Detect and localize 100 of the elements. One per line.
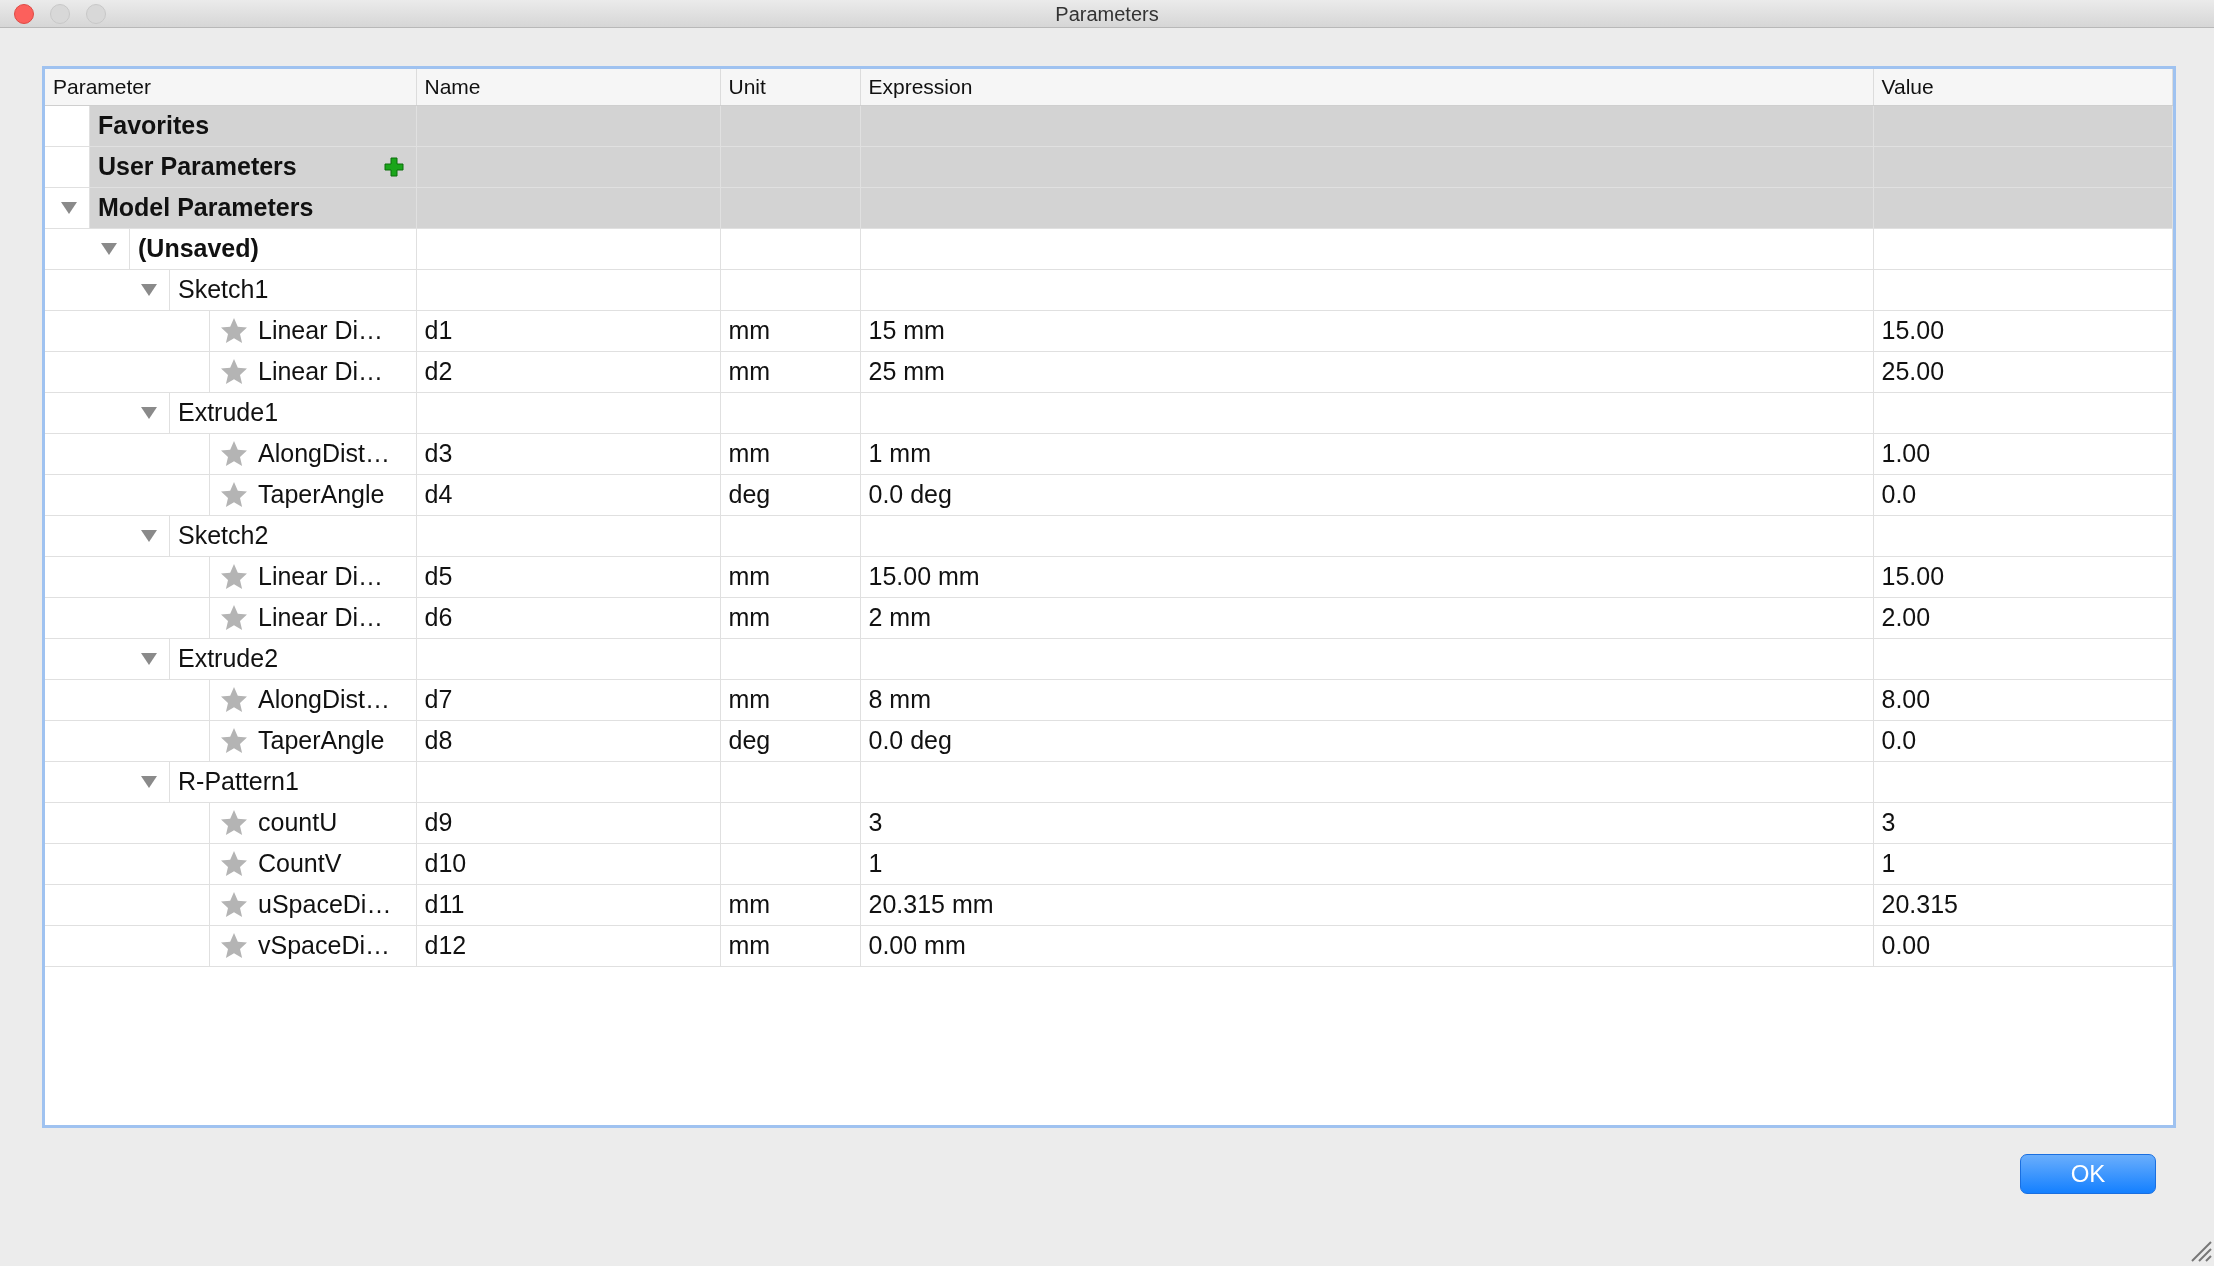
- table-cell: 2.00: [1881, 602, 1931, 631]
- table-cell: mm: [728, 315, 771, 344]
- group-label: R-Pattern1: [178, 765, 299, 797]
- table-cell: 1.00: [1881, 438, 1931, 467]
- table-cell: d3: [424, 438, 453, 467]
- parameter-label: vSpaceDi…: [258, 929, 390, 961]
- table-cell: 25.00: [1881, 356, 1945, 385]
- column-header[interactable]: Unit: [720, 69, 860, 105]
- star-icon[interactable]: [220, 849, 248, 878]
- star-icon[interactable]: [220, 890, 248, 919]
- star-icon[interactable]: [220, 562, 248, 591]
- parameter-label: TaperAngle: [258, 478, 385, 510]
- table-cell: 1 mm: [868, 438, 931, 467]
- table-cell: 0.0 deg: [868, 479, 952, 508]
- star-icon[interactable]: [220, 931, 248, 960]
- column-header[interactable]: Parameter: [45, 69, 416, 105]
- table-cell: 8 mm: [868, 684, 931, 713]
- group-label: User Parameters: [98, 150, 297, 182]
- table-cell: deg: [728, 479, 771, 508]
- table-cell: 1: [868, 848, 883, 877]
- table-cell: d9: [424, 807, 453, 836]
- table-cell: 0.0: [1881, 479, 1917, 508]
- table-cell: d8: [424, 725, 453, 754]
- column-header[interactable]: Name: [416, 69, 720, 105]
- parameter-label: TaperAngle: [258, 724, 385, 756]
- table-cell: d5: [424, 561, 453, 590]
- table-cell: deg: [728, 725, 771, 754]
- expand-triangle-icon[interactable]: [140, 774, 158, 789]
- table-cell: d2: [424, 356, 453, 385]
- parameter-label: AlongDist…: [258, 437, 390, 469]
- table-cell: 15 mm: [868, 315, 945, 344]
- table-cell: 15.00: [1881, 315, 1945, 344]
- group-header[interactable]: Model Parameters: [89, 187, 416, 228]
- plus-icon[interactable]: [383, 156, 404, 177]
- table-cell: 20.315: [1881, 889, 1958, 918]
- table-cell: d4: [424, 479, 453, 508]
- table-cell: mm: [728, 889, 771, 918]
- expand-triangle-icon[interactable]: [100, 241, 118, 256]
- parameter-label: Linear Di…: [258, 601, 384, 633]
- parameter-label: Linear Di…: [258, 560, 384, 592]
- table-cell: 8.00: [1881, 684, 1931, 713]
- parameter-label: CountV: [258, 847, 342, 879]
- table-cell: d1: [424, 315, 453, 344]
- parameter-label: Linear Di…: [258, 355, 384, 387]
- table-cell: d7: [424, 684, 453, 713]
- parameter-label: Linear Di…: [258, 314, 384, 346]
- star-icon[interactable]: [220, 685, 248, 714]
- group-label: Extrude1: [178, 396, 279, 428]
- star-icon[interactable]: [220, 808, 248, 837]
- star-icon[interactable]: [220, 603, 248, 632]
- table-cell: d12: [424, 930, 467, 959]
- group-label: (Unsaved): [138, 232, 259, 264]
- parameter-label: AlongDist…: [258, 683, 390, 715]
- table-cell: d10: [424, 848, 467, 877]
- table-cell: 0.00: [1881, 930, 1931, 959]
- table-cell: 0.00 mm: [868, 930, 966, 959]
- star-icon[interactable]: [220, 316, 248, 345]
- parameter-label: countU: [258, 806, 338, 838]
- group-label: Extrude2: [178, 642, 279, 674]
- star-icon[interactable]: [220, 726, 248, 755]
- minimize-button[interactable]: [50, 4, 70, 24]
- table-cell: mm: [728, 561, 771, 590]
- table-cell: 20.315 mm: [868, 889, 994, 918]
- table-cell: 15.00 mm: [868, 561, 980, 590]
- expand-triangle-icon[interactable]: [140, 282, 158, 297]
- table-cell: 15.00: [1881, 561, 1945, 590]
- window-title: Parameters: [1055, 1, 1159, 27]
- group-label: Sketch1: [178, 273, 269, 305]
- star-icon[interactable]: [220, 480, 248, 509]
- table-cell: d11: [424, 889, 465, 918]
- group-header[interactable]: User Parameters: [89, 146, 416, 187]
- table-cell: 25 mm: [868, 356, 945, 385]
- close-button[interactable]: [14, 4, 34, 24]
- column-header[interactable]: Value: [1873, 69, 2173, 105]
- table-cell: 1: [1881, 848, 1896, 877]
- group-label: Model Parameters: [98, 191, 314, 223]
- group-label: Favorites: [98, 109, 210, 141]
- table-cell: 2 mm: [868, 602, 931, 631]
- table-cell: d6: [424, 602, 453, 631]
- star-icon[interactable]: [220, 357, 248, 386]
- zoom-button[interactable]: [86, 4, 106, 24]
- group-header[interactable]: Favorites: [89, 105, 416, 146]
- star-icon[interactable]: [220, 439, 248, 468]
- parameter-label: uSpaceDi…: [258, 888, 392, 920]
- table-cell: mm: [728, 684, 771, 713]
- table-cell: 0.0: [1881, 725, 1917, 754]
- table-cell: 3: [1881, 807, 1896, 836]
- group-label: Sketch2: [178, 519, 269, 551]
- expand-triangle-icon[interactable]: [140, 651, 158, 666]
- expand-triangle-icon[interactable]: [140, 405, 158, 420]
- expand-triangle-icon[interactable]: [140, 528, 158, 543]
- column-header[interactable]: Expression: [860, 69, 1873, 105]
- table-cell: mm: [728, 602, 771, 631]
- expand-triangle-icon[interactable]: [60, 200, 78, 215]
- table-cell: mm: [728, 438, 771, 467]
- table-cell: 0.0 deg: [868, 725, 952, 754]
- table-cell: 3: [868, 807, 883, 836]
- resize-grip-icon[interactable]: [2190, 1240, 2212, 1262]
- table-cell: mm: [728, 930, 771, 959]
- table-cell: mm: [728, 356, 771, 385]
